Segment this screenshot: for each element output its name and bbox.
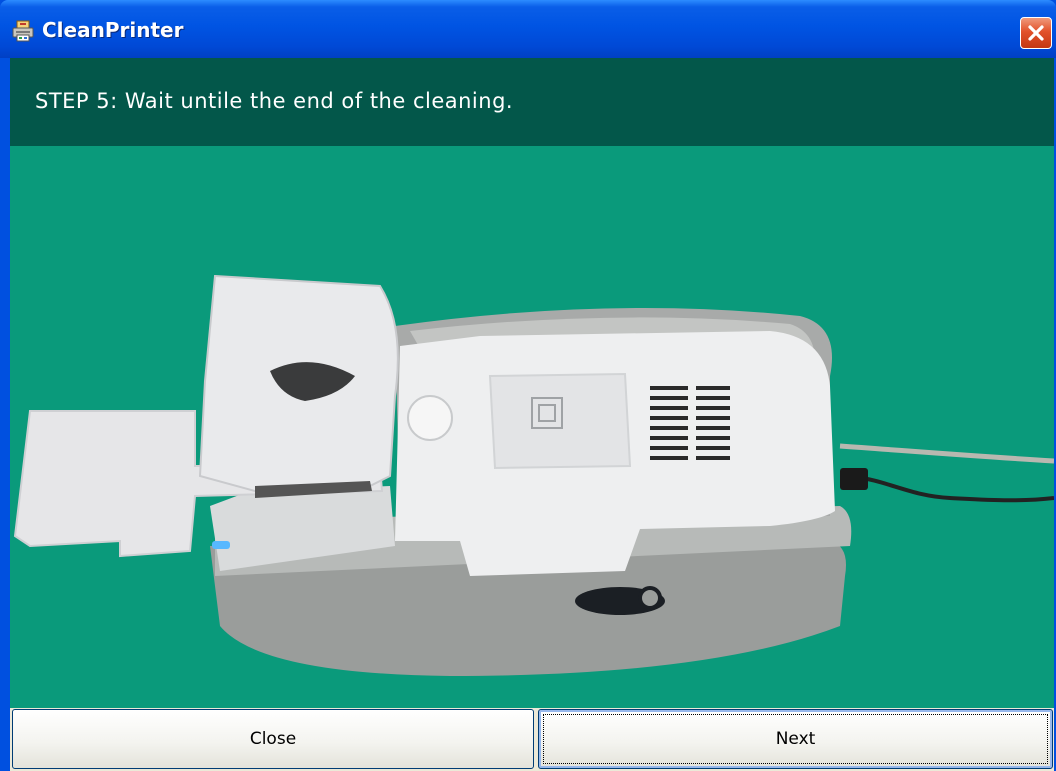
card-printer-photo xyxy=(13,274,1054,676)
window-title: CleanPrinter xyxy=(42,18,184,42)
next-button-label: Next xyxy=(775,729,816,749)
step-instruction: STEP 5: Wait untile the end of the clean… xyxy=(35,89,514,113)
close-button[interactable]: Close xyxy=(12,709,534,769)
close-x-icon[interactable] xyxy=(1020,17,1052,49)
client-area: STEP 5: Wait untile the end of the clean… xyxy=(10,58,1054,771)
step-header: STEP 5: Wait untile the end of the clean… xyxy=(10,58,1054,146)
next-button[interactable]: Next xyxy=(538,709,1053,769)
cleanprinter-window: CleanPrinter STEP 5: Wait untile the end… xyxy=(0,0,1056,771)
printer-illustration xyxy=(10,146,1054,708)
printer-app-icon xyxy=(12,20,34,42)
close-button-label: Close xyxy=(249,729,297,749)
title-bar[interactable]: CleanPrinter xyxy=(0,0,1056,58)
